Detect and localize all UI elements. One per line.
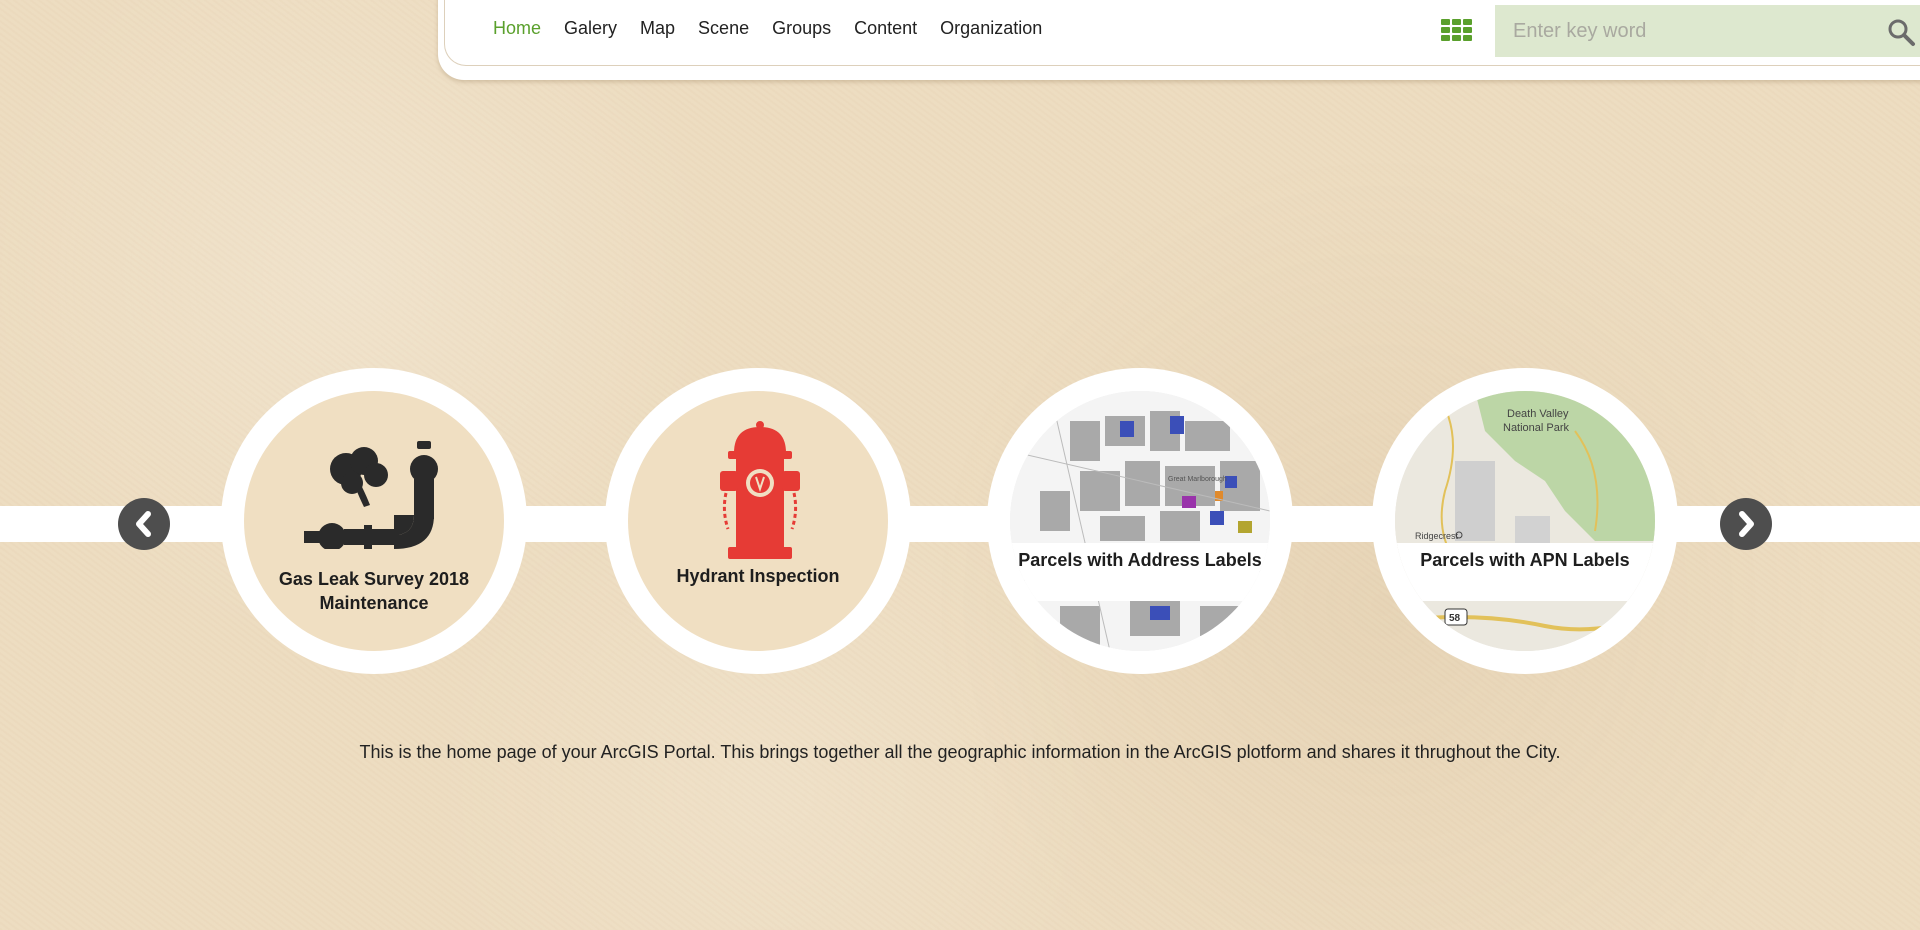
nav-groups[interactable]: Groups (772, 18, 831, 39)
card-title: Hydrant Inspection (676, 566, 840, 586)
map-label-town: Ridgecrest (1415, 531, 1459, 541)
chevron-right-icon (1739, 511, 1754, 537)
search-box (1495, 5, 1920, 57)
fire-hydrant-icon (720, 421, 800, 559)
nav-map[interactable]: Map (640, 18, 675, 39)
card-image: Great Marlborough Parcels with Address L… (1010, 391, 1270, 651)
carousel-prev-button[interactable] (118, 498, 170, 550)
card-title: Parcels with APN Labels (1420, 550, 1630, 570)
card-label-band: Parcels with Address Labels (1010, 543, 1270, 601)
nav-scene[interactable]: Scene (698, 18, 749, 39)
search-icon[interactable] (1886, 17, 1916, 47)
carousel-card-parcels-address[interactable]: Great Marlborough Parcels with Address L… (987, 368, 1293, 674)
gas-leak-icon (304, 441, 438, 549)
card-image: Death Valley National Park Ridgecrest 58… (1395, 391, 1655, 651)
death-valley-map-thumbnail: Death Valley National Park Ridgecrest 58 (1395, 391, 1655, 651)
carousel-card-parcels-apn[interactable]: Death Valley National Park Ridgecrest 58… (1372, 368, 1678, 674)
card-image: Hydrant Inspection (628, 391, 888, 651)
card-title: Gas Leak Survey 2018 Maintenance (278, 569, 470, 613)
nav-content[interactable]: Content (854, 18, 917, 39)
main-nav: Home Galery Map Scene Groups Content Org… (493, 18, 1042, 39)
map-label-street: Great Marlborough (1168, 476, 1227, 483)
intro-text: This is the home page of your ArcGIS Por… (359, 742, 1561, 762)
card-label-band: Parcels with APN Labels (1395, 543, 1655, 601)
nav-home[interactable]: Home (493, 18, 541, 39)
parcel-map-thumbnail: Great Marlborough (1010, 391, 1270, 651)
chevron-left-icon (136, 511, 151, 537)
carousel-next-button[interactable] (1720, 498, 1772, 550)
search-input[interactable] (1495, 18, 1875, 44)
card-title: Parcels with Address Labels (1018, 550, 1262, 570)
nav-galery[interactable]: Galery (564, 18, 617, 39)
card-image: Gas Leak Survey 2018 Maintenance (244, 391, 504, 651)
map-label-route: 58 (1449, 613, 1461, 624)
grid-apps-icon[interactable] (1441, 19, 1473, 43)
map-label-park: Death Valley (1507, 408, 1569, 420)
map-label-park-2: National Park (1503, 422, 1570, 434)
carousel-card-hydrant[interactable]: Hydrant Inspection (605, 368, 911, 674)
nav-organization[interactable]: Organization (940, 18, 1042, 39)
carousel-card-gas-leak[interactable]: Gas Leak Survey 2018 Maintenance (221, 368, 527, 674)
